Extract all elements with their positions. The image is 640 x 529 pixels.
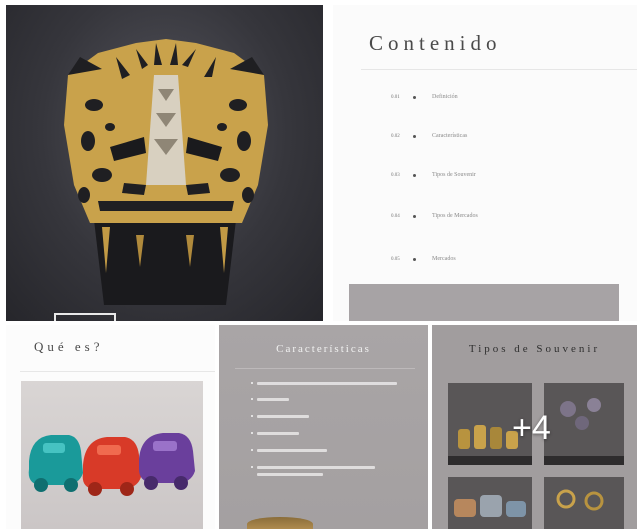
toc-item[interactable]: 0.04 Tipos de Mercados [391, 209, 478, 223]
feature-text-line [257, 473, 323, 476]
bullet-icon [251, 382, 253, 384]
tipos-de-souvenir-slide[interactable]: Tipos de Souvenir +4 [432, 325, 637, 529]
thumbnail-caption [448, 456, 532, 465]
more-photos-badge[interactable]: +4 [512, 409, 551, 448]
slide-frame-mark [54, 313, 116, 321]
thumbnail-caption [544, 456, 624, 465]
feature-text-line [257, 449, 327, 452]
bowl-photo-fragment [247, 517, 313, 529]
divider [235, 368, 415, 369]
toc-number: 0.03 [391, 172, 400, 178]
bullet-icon [413, 257, 416, 261]
bullet-icon [413, 134, 416, 138]
slide-title: Características [276, 343, 371, 355]
toc-number: 0.04 [391, 213, 400, 219]
bullet-icon [251, 449, 253, 451]
jaguar-mask-photo[interactable] [6, 5, 323, 321]
slide-title: Qué es? [34, 339, 104, 354]
bullet-icon [413, 214, 416, 218]
image-strip [349, 284, 619, 321]
contents-title: Contenido [369, 31, 502, 55]
toc-label: Definición [432, 94, 458, 100]
bullet-icon [251, 466, 253, 468]
souvenir-thumbnail[interactable] [448, 477, 532, 529]
toc-label: Tipos de Souvenir [432, 172, 476, 178]
feature-text-line [257, 466, 375, 469]
toc-number: 0.05 [391, 256, 400, 262]
toc-label: Tipos de Mercados [432, 213, 478, 219]
bullet-icon [251, 398, 253, 400]
contents-slide[interactable]: Contenido 0.01 Definición 0.02 Caracterí… [333, 5, 637, 321]
toc-item[interactable]: 0.01 Definición [391, 90, 458, 104]
toc-item[interactable]: 0.05 Mercados [391, 252, 456, 266]
toc-label: Mercados [432, 256, 456, 262]
feature-text-line [257, 415, 309, 418]
bullet-icon [413, 173, 416, 177]
souvenir-thumbnail[interactable] [544, 383, 624, 465]
jaguar-mask-illustration [64, 39, 268, 305]
souvenir-thumbnail[interactable] [544, 477, 624, 529]
toy-cars-photo [21, 381, 203, 529]
toc-label: Características [432, 133, 468, 139]
bullet-icon [251, 432, 253, 434]
bullet-icon [413, 95, 416, 99]
toc-item[interactable]: 0.03 Tipos de Souvenir [391, 168, 476, 182]
caracteristicas-slide[interactable]: Características [219, 325, 428, 529]
toc-number: 0.02 [391, 133, 400, 139]
feature-text-line [257, 382, 397, 385]
feature-text-line [257, 432, 299, 435]
divider [361, 69, 637, 70]
feature-text-line [257, 398, 289, 401]
que-es-slide[interactable]: Qué es? [6, 325, 215, 529]
toc-item[interactable]: 0.02 Características [391, 129, 467, 143]
toc-number: 0.01 [391, 94, 400, 100]
bullet-icon [251, 415, 253, 417]
divider [20, 371, 215, 372]
slide-title: Tipos de Souvenir [468, 343, 601, 355]
